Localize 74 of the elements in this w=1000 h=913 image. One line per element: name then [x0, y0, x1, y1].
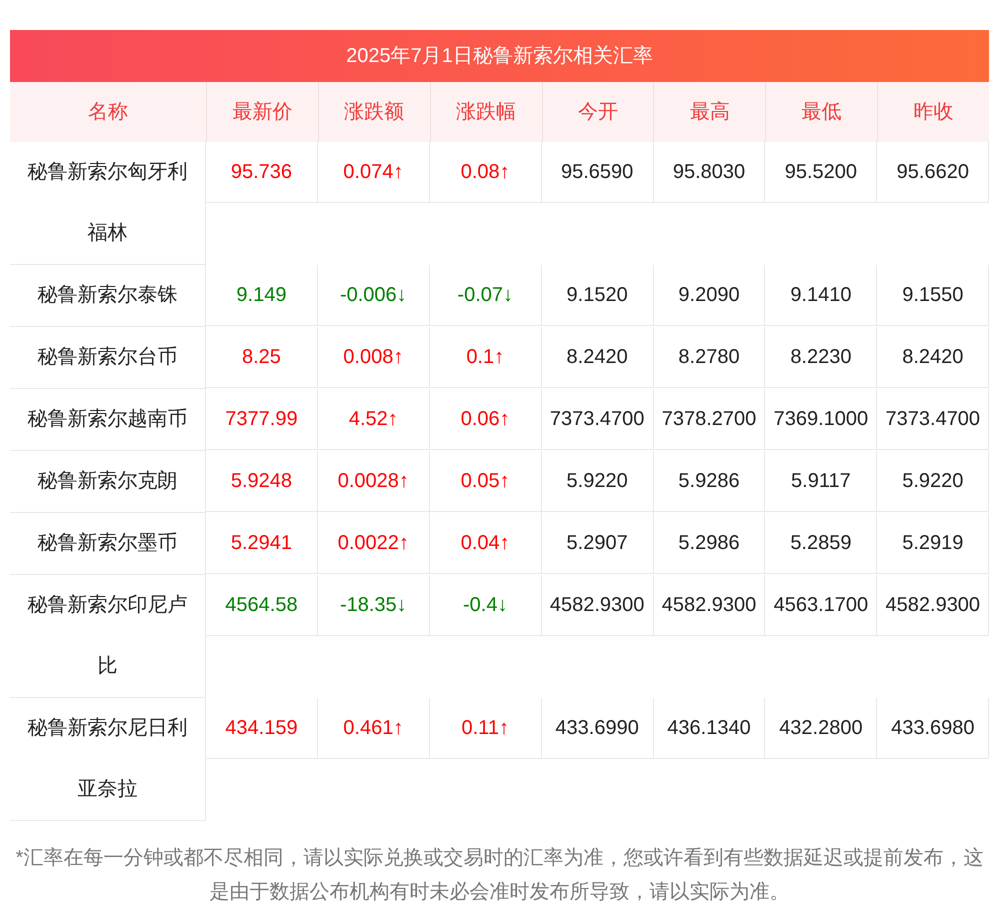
table-cell: 95.6590 [542, 142, 654, 203]
table-cell: -18.35↓ [318, 575, 430, 636]
table-cell: 8.2230 [765, 327, 878, 388]
table-cell: 5.9220 [542, 451, 654, 512]
table-cell: -0.4↓ [430, 575, 542, 636]
table-cell: 0.05↑ [430, 451, 542, 512]
table-cell: 秘鲁新索尔尼日利亚奈拉 [10, 698, 206, 821]
table-cell: 0.08↑ [430, 142, 542, 203]
table-cell: 9.2090 [654, 265, 766, 326]
table-cell: 8.2420 [877, 327, 990, 388]
column-header: 今开 [542, 82, 654, 142]
table-cell: 7377.99 [206, 389, 318, 450]
table-cell: 0.1↑ [430, 327, 542, 388]
table-cell: 433.6990 [542, 698, 654, 759]
table-cell: 4.52↑ [318, 389, 430, 450]
table-cell: 4582.9300 [542, 575, 654, 636]
table-cell: 8.25 [206, 327, 318, 388]
table-cell: 434.159 [206, 698, 318, 759]
table-cell: 秘鲁新索尔印尼卢比 [10, 575, 206, 698]
table-cell: 5.2859 [765, 513, 878, 574]
table-cell: 7378.2700 [654, 389, 766, 450]
column-header: 涨跌幅 [430, 82, 542, 142]
column-header: 最新价 [206, 82, 318, 142]
table-cell: 5.9220 [877, 451, 990, 512]
table-cell: 7373.4700 [877, 389, 990, 450]
table-cell: 5.2907 [542, 513, 654, 574]
table-cell: 0.0028↑ [318, 451, 430, 512]
table-cell: 432.2800 [765, 698, 878, 759]
column-header: 最高 [653, 82, 766, 142]
table-cell: 秘鲁新索尔台币 [10, 327, 206, 389]
table-cell: 7369.1000 [765, 389, 878, 450]
table-cell: 0.0022↑ [318, 513, 430, 574]
table-cell: 0.461↑ [318, 698, 430, 759]
table-cell: 95.736 [206, 142, 318, 203]
table-cell: 9.1550 [877, 265, 990, 326]
table-cell: 436.1340 [654, 698, 766, 759]
table-title: 2025年7月1日秘鲁新索尔相关汇率 [10, 30, 989, 82]
table-cell: 8.2780 [654, 327, 766, 388]
table-cell: 秘鲁新索尔泰铢 [10, 265, 206, 327]
table-cell: 秘鲁新索尔越南币 [10, 389, 206, 451]
table-cell: 433.6980 [877, 698, 990, 759]
column-header: 最低 [765, 82, 878, 142]
table-cell: 0.074↑ [318, 142, 430, 203]
table-cell: 9.1410 [765, 265, 878, 326]
table-cell: 95.5200 [765, 142, 878, 203]
table-cell: 9.149 [206, 265, 318, 326]
table-cell: -0.006↓ [318, 265, 430, 326]
column-header: 昨收 [877, 82, 989, 142]
table-cell: 5.9248 [206, 451, 318, 512]
table-cell: 7373.4700 [542, 389, 654, 450]
footnote: *汇率在每一分钟或都不尽相同，请以实际兑换或交易时的汇率为准，您或许看到有些数据延迟或提前发布，这是由于数据公布机构有时未必会准时发布所导致，请以实际为准。 [14, 846, 984, 905]
table-cell: -0.07↓ [430, 265, 542, 326]
table-cell: 0.04↑ [430, 513, 542, 574]
table-cell: 5.9286 [654, 451, 766, 512]
table-cell: 4582.9300 [654, 575, 766, 636]
table-cell: 5.2919 [877, 513, 990, 574]
table-cell: 95.8030 [654, 142, 766, 203]
table-cell: 5.9117 [765, 451, 878, 512]
table-cell: 秘鲁新索尔墨币 [10, 513, 206, 575]
table-cell: 5.2941 [206, 513, 318, 574]
table-cell: 4582.9300 [877, 575, 990, 636]
table-cell: 0.11↑ [430, 698, 542, 759]
table-cell: 95.6620 [877, 142, 990, 203]
column-header: 名称 [86, 100, 129, 125]
table-cell: 秘鲁新索尔克朗 [10, 451, 206, 513]
table-cell: 9.1520 [542, 265, 654, 326]
table-cell: 8.2420 [542, 327, 654, 388]
table-cell: 5.2986 [654, 513, 766, 574]
table-cell: 秘鲁新索尔匈牙利福林 [10, 142, 206, 265]
table-cell: 4563.1700 [765, 575, 878, 636]
table-cell: 0.008↑ [318, 327, 430, 388]
table-cell: 0.06↑ [430, 389, 542, 450]
table-cell: 4564.58 [206, 575, 318, 636]
column-header: 涨跌额 [318, 82, 430, 142]
